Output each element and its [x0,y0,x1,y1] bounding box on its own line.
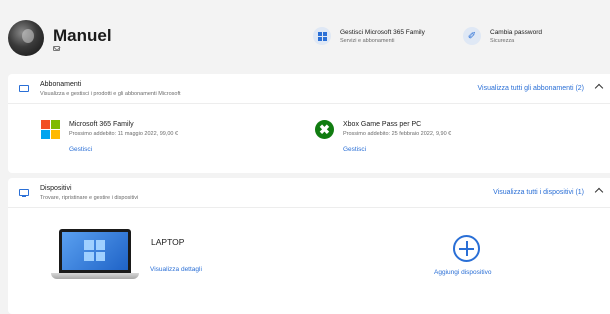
key-icon: ✐ [463,27,481,45]
quick-action-title: Cambia password [490,28,543,36]
chevron-up-icon[interactable] [594,83,604,93]
chevron-up-icon[interactable] [594,187,604,197]
device-name: LAPTOP [151,237,185,247]
manage-m365-quick-action[interactable]: Gestisci Microsoft 365 Family Servizi e … [313,27,425,45]
subscription-name: Microsoft 365 Family [69,121,134,128]
xbox-logo-icon: ✖ [315,120,334,139]
add-device-link[interactable]: Aggiungi dispositivo [434,269,491,276]
quick-action-subtitle: Servizi e abbonamenti [340,37,395,44]
devices-subtitle: Trovare, ripristinare e gestire i dispos… [40,195,139,201]
laptop-icon [19,85,29,92]
manage-xbox-link[interactable]: Gestisci [343,146,366,153]
subscriptions-title: Abbonamenti [40,81,82,88]
quick-action-title: Gestisci Microsoft 365 Family [340,28,425,36]
view-all-subscriptions-link[interactable]: Visualizza tutti gli abbonamenti (2) [478,85,584,92]
subscription-item: Xbox Game Pass per PC Prossimo addebito:… [343,121,451,137]
subscription-detail: Prossimo addebito: 25 febbraio 2022, 9,9… [343,131,452,137]
microsoft-logo-icon [41,120,60,139]
subscriptions-card: Abbonamenti Visualizza e gestisci i prod… [8,74,610,173]
user-name: Manuel [53,26,112,45]
subscription-detail: Prossimo addebito: 11 maggio 2022, 99,00… [69,131,179,137]
devices-card: Dispositivi Trovare, ripristinare e gest… [8,178,610,314]
view-all-devices-link[interactable]: Visualizza tutti i dispositivi (1) [493,189,584,196]
laptop-image [51,229,139,281]
subscriptions-subtitle: Visualizza e gestisci i prodotti e gli a… [40,91,181,97]
subscriptions-header[interactable]: Abbonamenti Visualizza e gestisci i prod… [8,74,610,104]
change-password-quick-action[interactable]: ✐ Cambia password Sicurezza [463,27,542,45]
monitor-icon [19,189,29,198]
avatar[interactable] [8,20,44,56]
devices-header[interactable]: Dispositivi Trovare, ripristinare e gest… [8,178,610,208]
manage-m365-link[interactable]: Gestisci [69,146,92,153]
grid-icon [313,27,331,45]
subscription-item: Microsoft 365 Family Prossimo addebito: … [69,121,178,137]
devices-title: Dispositivi [40,185,72,192]
quick-action-subtitle: Sicurezza [490,37,515,44]
mail-icon[interactable] [53,46,60,51]
subscription-name: Xbox Game Pass per PC [343,121,422,128]
add-device-icon[interactable] [453,235,480,262]
view-device-details-link[interactable]: Visualizza dettagli [150,266,202,273]
